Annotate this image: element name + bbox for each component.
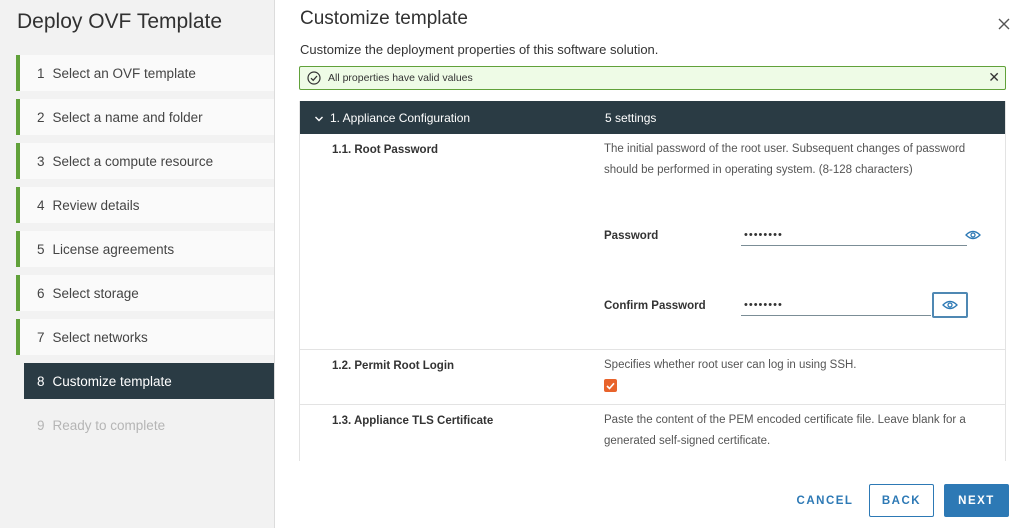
show-password-icon[interactable] — [955, 222, 991, 248]
setting-label: 1.1. Root Password — [332, 144, 439, 156]
cancel-button[interactable]: CANCEL — [787, 484, 863, 517]
confirm-password-label: Confirm Password — [604, 300, 706, 312]
step-number: 7 — [37, 329, 45, 345]
section-header-appliance-configuration[interactable]: 1. Appliance Configuration 5 settings — [300, 101, 1005, 134]
setting-root-password: 1.1. Root Password The initial password … — [300, 134, 1005, 350]
step-label: Select an OVF template — [52, 65, 196, 81]
setting-description: Paste the content of the PEM encoded cer… — [604, 414, 966, 447]
step-label: Select a name and folder — [52, 109, 203, 125]
step-select-name-folder[interactable]: 2 Select a name and folder — [16, 99, 274, 135]
setting-permit-root-login: 1.2. Permit Root Login Specifies whether… — [300, 350, 1005, 405]
step-review-details[interactable]: 4 Review details — [16, 187, 274, 223]
setting-description: Specifies whether root user can log in u… — [604, 359, 857, 371]
step-number: 2 — [37, 109, 45, 125]
setting-tls-certificate: 1.3. Appliance TLS Certificate Paste the… — [300, 405, 1005, 461]
step-label: Select a compute resource — [52, 153, 214, 169]
step-select-networks[interactable]: 7 Select networks — [16, 319, 274, 355]
step-number: 5 — [37, 241, 45, 257]
step-number: 4 — [37, 197, 45, 213]
password-label: Password — [604, 230, 659, 242]
settings-panel: 1. Appliance Configuration 5 settings 1.… — [299, 101, 1006, 461]
step-license-agreements[interactable]: 5 License agreements — [16, 231, 274, 267]
step-number: 8 — [37, 373, 45, 389]
section-count: 5 settings — [605, 110, 657, 125]
step-customize-template[interactable]: 8 Customize template — [24, 363, 274, 399]
success-alert: All properties have valid values ✕ — [299, 66, 1006, 90]
wizard-sidebar: Deploy OVF Template 1 Select an OVF temp… — [0, 0, 275, 528]
alert-text: All properties have valid values — [328, 72, 473, 84]
step-label: License agreements — [52, 241, 175, 257]
step-select-ovf-template[interactable]: 1 Select an OVF template — [16, 55, 274, 91]
confirm-password-field[interactable] — [741, 294, 931, 316]
wizard-title: Deploy OVF Template — [17, 10, 223, 33]
permit-root-login-checkbox[interactable] — [604, 379, 617, 392]
step-label: Review details — [52, 197, 140, 213]
step-select-compute-resource[interactable]: 3 Select a compute resource — [16, 143, 274, 179]
step-label: Ready to complete — [52, 417, 166, 433]
setting-label: 1.3. Appliance TLS Certificate — [332, 415, 494, 427]
setting-description: The initial password of the root user. S… — [604, 143, 966, 176]
password-field[interactable] — [741, 224, 967, 246]
step-number: 6 — [37, 285, 45, 301]
step-label: Select networks — [52, 329, 148, 345]
step-number: 3 — [37, 153, 45, 169]
step-label: Select storage — [52, 285, 139, 301]
step-number: 9 — [37, 417, 45, 433]
page-subtitle: Customize the deployment properties of t… — [300, 42, 659, 57]
back-button[interactable]: BACK — [869, 484, 934, 517]
show-confirm-password-icon[interactable] — [932, 292, 968, 318]
next-button[interactable]: NEXT — [944, 484, 1009, 517]
main-content: Customize template Customize the deploym… — [276, 0, 1024, 528]
step-select-storage[interactable]: 6 Select storage — [16, 275, 274, 311]
chevron-down-icon — [314, 113, 324, 123]
step-ready-to-complete: 9 Ready to complete — [16, 407, 274, 443]
step-number: 1 — [37, 65, 45, 81]
setting-label: 1.2. Permit Root Login — [332, 360, 455, 372]
check-circle-icon — [307, 71, 321, 85]
alert-close-icon[interactable]: ✕ — [988, 69, 1000, 86]
section-title: 1. Appliance Configuration — [330, 110, 471, 125]
deploy-ovf-wizard: Deploy OVF Template 1 Select an OVF temp… — [0, 0, 1024, 528]
step-label: Customize template — [52, 373, 172, 389]
page-title: Customize template — [300, 8, 468, 29]
wizard-steps: 1 Select an OVF template 2 Select a name… — [16, 55, 274, 451]
close-icon[interactable] — [994, 14, 1014, 34]
